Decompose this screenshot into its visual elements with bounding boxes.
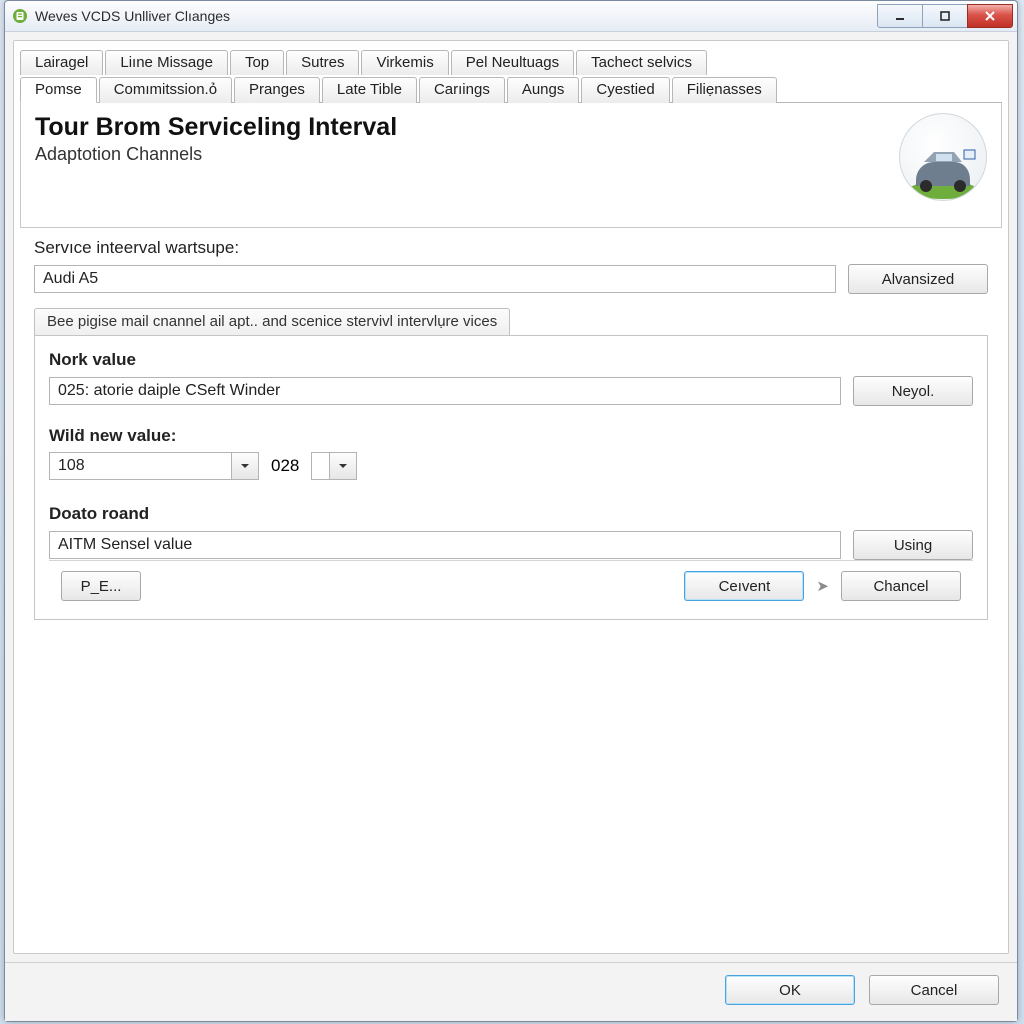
tab-tachect-selvics[interactable]: Tachect selvics [576,50,707,75]
service-interval-label: Servıce inteerval wartsupe: [34,238,988,258]
chevron-down-icon [231,453,258,479]
car-icon [899,113,987,201]
chancel-button[interactable]: Chancel [841,571,961,601]
hint-tab[interactable]: Bee pigise mail cnannel ail apt.. and sc… [34,308,510,335]
titlebar: Weves VCDS Unlliver Clıanges [5,1,1017,32]
tab-pel-neultuags[interactable]: Pel Neultuags [451,50,574,75]
tab-pranges[interactable]: Pranges [234,77,320,103]
neyol-button[interactable]: Neyol. [853,376,973,406]
new-value-label: Wilḋ new value: [49,426,973,446]
tab-late-tible[interactable]: Late Tible [322,77,417,103]
app-icon [11,7,29,25]
inner-footer: P_E... Ceıvent ➤ Chancel [49,560,973,611]
tab-commitssion[interactable]: Comımitssion.ỏ [99,77,232,103]
tab-strip: Lairagel Liıne Missage Top Sutres Virkem… [14,41,1008,102]
header-box: Tour Brom Serviceling Interval Adaptotio… [20,103,1002,228]
doato-roand-label: Doato roand [49,504,973,524]
chevron-down-icon [329,453,356,479]
tab-cyestied[interactable]: Cyestied [581,77,669,103]
nork-value-label: Nork value [49,350,973,370]
page-title: Tour Brom Serviceling Interval [35,113,397,142]
maximize-button[interactable] [922,4,968,28]
advanced-button[interactable]: Alvansized [848,264,988,294]
new-value-combo-1-value: 108 [50,457,231,475]
arrow-right-icon: ➤ [814,577,831,595]
nork-value-input[interactable] [49,377,841,405]
new-value-combo-2[interactable] [311,452,357,480]
page-subtitle: Adaptotion Channels [35,144,397,165]
pe-button[interactable]: P_E... [61,571,141,601]
tab-sutres[interactable]: Sutres [286,50,359,75]
window-controls [878,4,1013,28]
tab-pomse[interactable]: Pomse [20,77,97,103]
inner-panel: Nork value Neyol. Wilḋ new value: 108 [34,335,988,620]
cevent-button[interactable]: Ceıvent [684,571,804,601]
ok-button[interactable]: OK [725,975,855,1005]
doato-roand-input[interactable] [49,531,841,559]
tab-carings[interactable]: Carıings [419,77,505,103]
new-value-combo-2-text: 028 [271,456,299,476]
new-value-combo-1[interactable]: 108 [49,452,259,480]
tab-filienasses[interactable]: Filiẹnasses [672,77,777,103]
cancel-button[interactable]: Cancel [869,975,999,1005]
tab-panel: Tour Brom Serviceling Interval Adaptotio… [20,102,1002,947]
tab-aungs[interactable]: Aungs [507,77,580,103]
close-button[interactable] [967,4,1013,28]
tab-lairagel[interactable]: Lairagel [20,50,103,75]
window-title: Weves VCDS Unlliver Clıanges [35,8,230,24]
minimize-button[interactable] [877,4,923,28]
app-window: Weves VCDS Unlliver Clıanges Lairagel Li… [4,0,1018,1022]
service-interval-section: Servıce inteerval wartsupe: Alvansized B… [20,228,1002,630]
dialog-body: Lairagel Liıne Missage Top Sutres Virkem… [13,40,1009,954]
service-interval-input[interactable] [34,265,836,293]
tab-top[interactable]: Top [230,50,284,75]
outer-footer: OK Cancel [5,962,1017,1021]
using-button[interactable]: Using [853,530,973,560]
tab-virkemis[interactable]: Virkemis [361,50,448,75]
tab-line-missage[interactable]: Liıne Missage [105,50,228,75]
